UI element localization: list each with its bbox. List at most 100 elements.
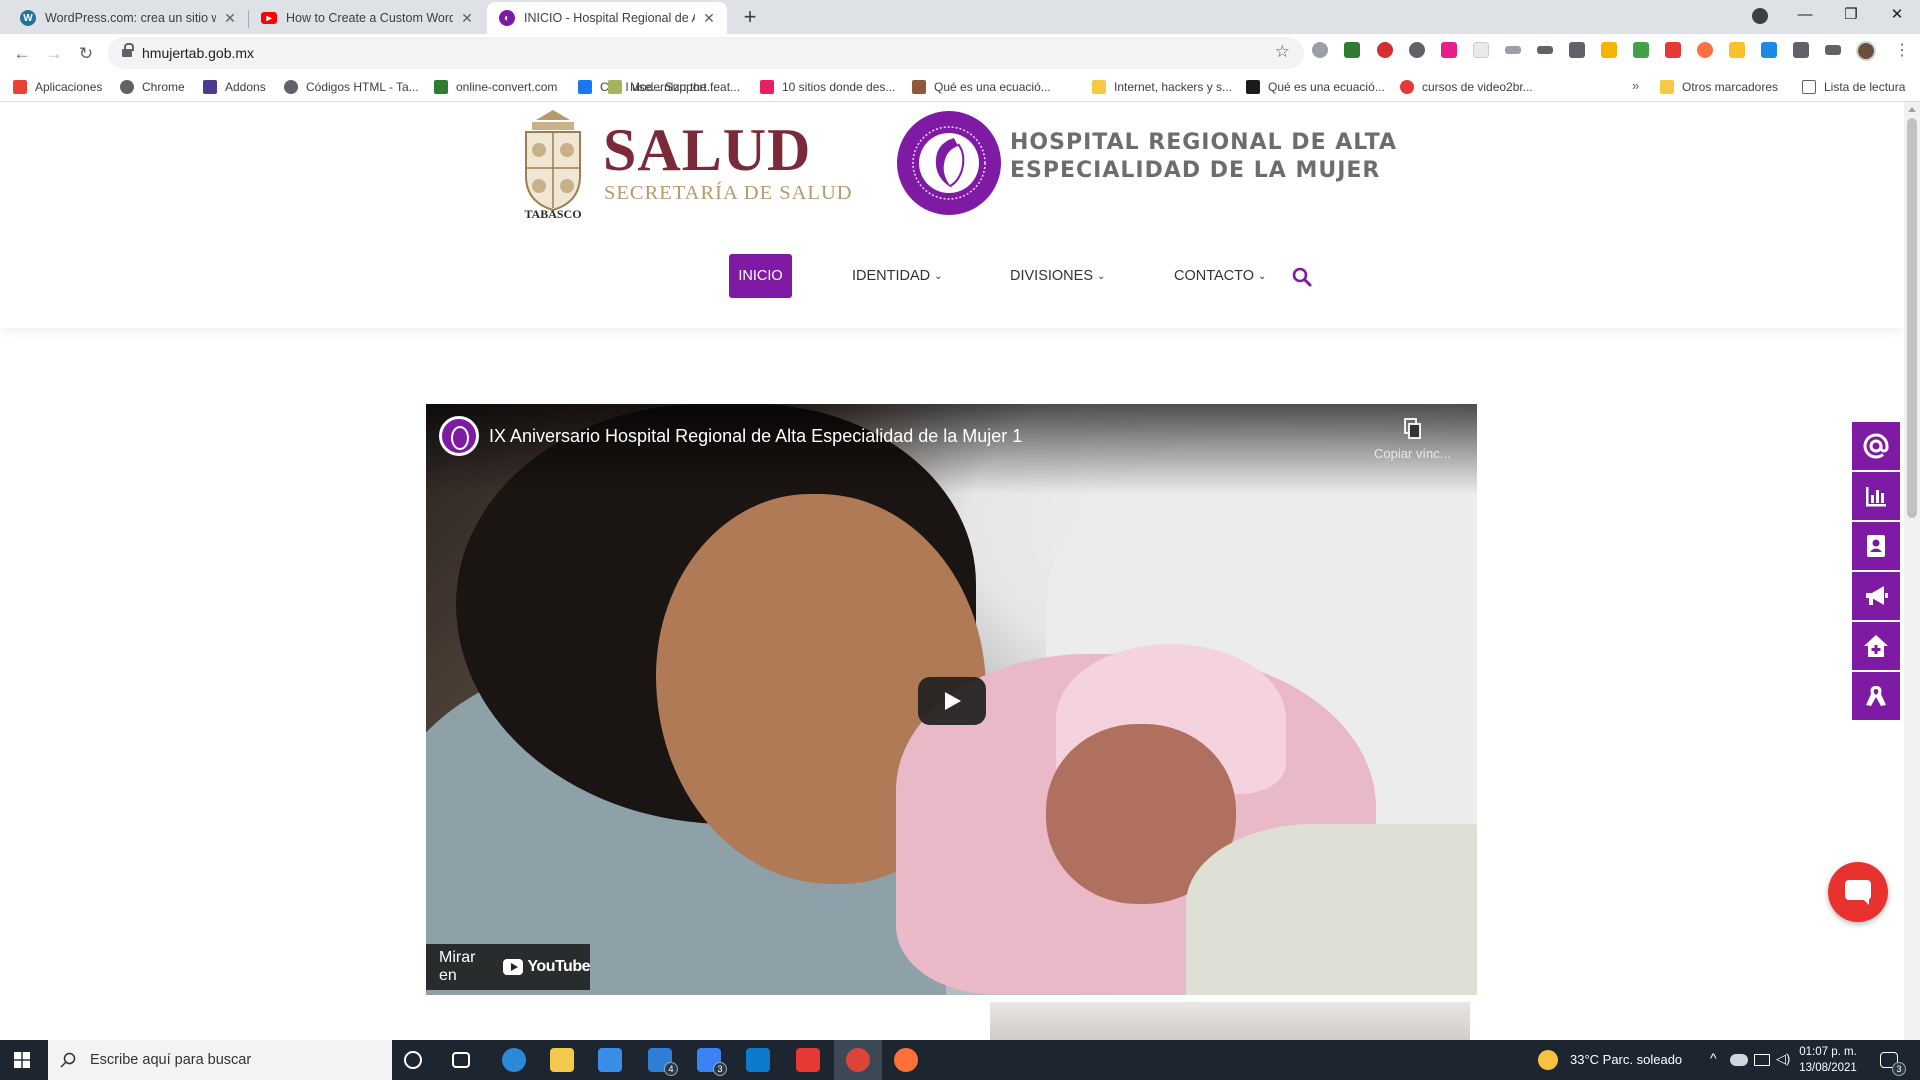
announcements-button[interactable]: [1852, 572, 1900, 620]
bookmark-item[interactable]: Modernizr: the feat...: [608, 72, 740, 102]
forward-icon[interactable]: →: [40, 40, 68, 68]
awareness-ribbon-button[interactable]: [1852, 672, 1900, 720]
email-button[interactable]: [1852, 422, 1900, 470]
extension-icon[interactable]: [1441, 42, 1457, 58]
show-hidden-icons[interactable]: ^: [1710, 1050, 1717, 1066]
bookmark-item[interactable]: online-convert.com: [434, 72, 557, 102]
nav-contacto[interactable]: CONTACTO ⌄: [1174, 254, 1266, 298]
hospital-logo[interactable]: [896, 110, 1002, 216]
content-image: [990, 1002, 1470, 1040]
taskbar-clock[interactable]: 01:07 p. m. 13/08/2021: [1798, 1044, 1858, 1076]
volume-icon[interactable]: ◁): [1776, 1051, 1790, 1067]
chat-button[interactable]: [1828, 862, 1888, 922]
scroll-up-arrow[interactable]: [1908, 107, 1916, 112]
nav-identidad[interactable]: IDENTIDAD ⌄: [852, 254, 943, 298]
browser-tab-strip: W WordPress.com: crea un sitio web ✕ ▸ H…: [0, 0, 1920, 34]
tabasco-shield-logo: [525, 110, 581, 212]
onedrive-icon[interactable]: [1730, 1054, 1748, 1066]
vscode-icon[interactable]: [746, 1048, 770, 1072]
extension-icon[interactable]: [1344, 42, 1360, 58]
extension-icon[interactable]: [1312, 42, 1328, 58]
extension-icon[interactable]: [1409, 42, 1425, 58]
bookmark-icon: [760, 80, 774, 94]
search-icon[interactable]: [1292, 267, 1312, 287]
media-control-icon[interactable]: [1825, 45, 1841, 55]
bookmark-folder-other[interactable]: Otros marcadores: [1660, 72, 1778, 102]
bookmark-item[interactable]: Códigos HTML - Ta...: [284, 72, 419, 102]
chrome-icon[interactable]: [846, 1048, 870, 1072]
bookmark-icon: [1400, 80, 1414, 94]
watch-on-youtube-button[interactable]: Mirar en YouTube: [426, 944, 590, 990]
bookmark-item[interactable]: Addons: [203, 72, 266, 102]
cortana-icon[interactable]: [404, 1051, 422, 1069]
profile-avatar[interactable]: [1856, 41, 1876, 61]
bookmark-icon: [608, 80, 622, 94]
channel-avatar[interactable]: [439, 416, 479, 456]
tab-search-icon[interactable]: [1752, 8, 1768, 24]
bookmark-star-icon[interactable]: ☆: [1275, 42, 1290, 62]
reload-icon[interactable]: ↻: [72, 40, 100, 68]
home-health-button[interactable]: [1852, 622, 1900, 670]
extension-icon[interactable]: [1601, 42, 1617, 58]
task-view-icon[interactable]: [452, 1052, 470, 1068]
minimize-icon[interactable]: —: [1782, 0, 1828, 32]
extension-icon[interactable]: [1697, 42, 1713, 58]
bookmark-item[interactable]: Qué es una ecuació...: [912, 72, 1051, 102]
video-player[interactable]: IX Aniversario Hospital Regional de Alta…: [426, 404, 1477, 995]
play-button[interactable]: [918, 677, 986, 725]
restore-icon[interactable]: ❐: [1828, 0, 1874, 32]
more-bookmarks-button[interactable]: »: [1632, 78, 1639, 93]
firefox-icon[interactable]: [894, 1048, 918, 1072]
extension-icon[interactable]: [1537, 46, 1553, 54]
file-explorer-icon[interactable]: [550, 1048, 574, 1072]
browser-tab-active[interactable]: ◐ INICIO - Hospital Regional de Alta ✕: [487, 2, 727, 34]
copy-link-icon[interactable]: [1404, 418, 1422, 440]
reading-list-button[interactable]: Lista de lectura: [1802, 72, 1905, 102]
convert-icon: [434, 80, 448, 94]
bookmark-item[interactable]: 10 sitios donde des...: [760, 72, 895, 102]
nav-divisiones[interactable]: DIVISIONES ⌄: [1010, 254, 1105, 298]
network-icon[interactable]: [1754, 1054, 1770, 1066]
browser-tab[interactable]: ▸ How to Create a Custom WordPress ✕: [249, 2, 485, 34]
extension-icon[interactable]: [1729, 42, 1745, 58]
close-tab-icon[interactable]: ✕: [701, 10, 717, 27]
bookmark-item[interactable]: Chrome: [120, 72, 185, 102]
bookmark-item[interactable]: Qué es una ecuació...: [1246, 72, 1385, 102]
new-tab-button[interactable]: +: [736, 4, 764, 32]
browser-tab[interactable]: W WordPress.com: crea un sitio web ✕: [8, 2, 248, 34]
taskbar-search-input[interactable]: Escribe aquí para buscar: [48, 1040, 392, 1080]
bookmark-item[interactable]: Internet, hackers y s...: [1092, 72, 1232, 102]
nav-inicio[interactable]: INICIO: [729, 254, 792, 298]
extension-icon[interactable]: [1473, 42, 1489, 58]
extension-icon[interactable]: [1377, 42, 1393, 58]
statistics-button[interactable]: [1852, 472, 1900, 520]
directory-button[interactable]: [1852, 522, 1900, 570]
store-icon[interactable]: [598, 1048, 622, 1072]
scrollbar-thumb[interactable]: [1907, 118, 1917, 518]
bookmark-item[interactable]: cursos de video2br...: [1400, 72, 1533, 102]
close-tab-icon[interactable]: ✕: [459, 10, 475, 27]
edge-icon[interactable]: [502, 1048, 526, 1072]
extension-icon[interactable]: [1761, 42, 1777, 58]
chevron-down-icon: ⌄: [1258, 270, 1267, 282]
copy-link-label[interactable]: Copiar vínc...: [1374, 446, 1451, 461]
page-scrollbar[interactable]: [1904, 102, 1920, 1040]
weather-text[interactable]: 33°C Parc. soleado: [1570, 1052, 1682, 1067]
address-bar[interactable]: hmujertab.gob.mx ☆: [108, 37, 1304, 69]
close-window-icon[interactable]: ✕: [1874, 0, 1920, 32]
megaphone-icon: [1866, 586, 1888, 605]
extension-icon[interactable]: [1569, 42, 1585, 58]
puzzle-icon[interactable]: [1793, 42, 1809, 58]
extension-icon[interactable]: [1633, 42, 1649, 58]
close-tab-icon[interactable]: ✕: [222, 10, 238, 27]
app-icon[interactable]: [796, 1048, 820, 1072]
menu-icon[interactable]: ⋮: [1894, 40, 1910, 60]
windows-start-icon[interactable]: [14, 1052, 30, 1068]
weather-icon[interactable]: [1538, 1050, 1558, 1070]
extension-icon[interactable]: [1505, 46, 1521, 54]
ribbon-icon: [1866, 686, 1886, 706]
back-icon[interactable]: ←: [8, 40, 36, 68]
video-title[interactable]: IX Aniversario Hospital Regional de Alta…: [489, 426, 1022, 447]
bookmark-apps[interactable]: Aplicaciones: [13, 72, 102, 102]
extension-icon[interactable]: [1665, 42, 1681, 58]
